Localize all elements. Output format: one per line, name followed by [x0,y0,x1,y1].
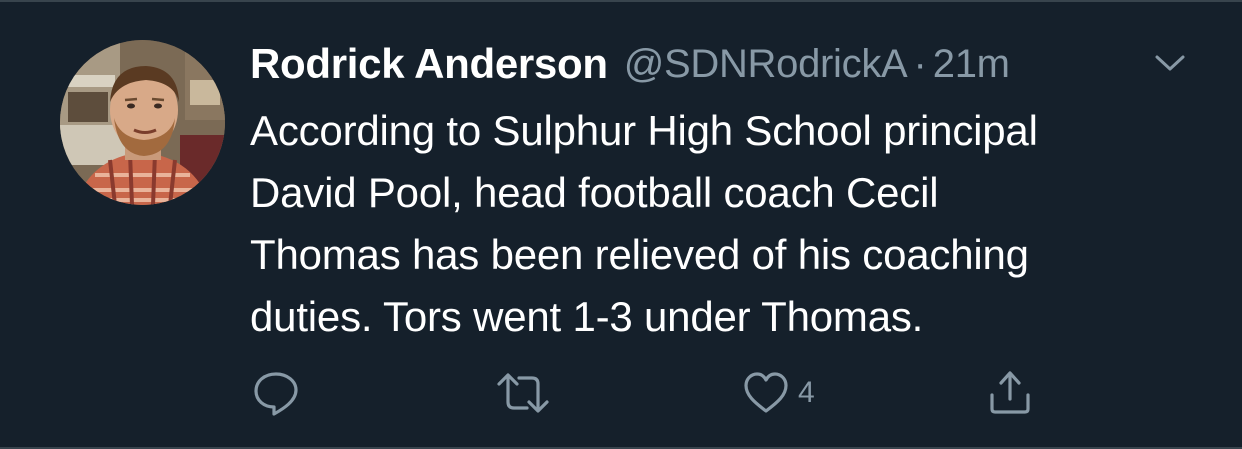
tweet-text-line: David Pool, head football coach Cecil [250,169,939,216]
heart-icon [744,372,788,413]
retweet-icon [497,373,549,413]
tweet-text: According to Sulphur High School princip… [250,100,1210,348]
avatar-photo [60,40,225,205]
reply-button[interactable] [250,368,302,418]
tweet-text-line: Thomas has been relieved of his coaching [250,231,1029,278]
chevron-down-icon[interactable] [1153,50,1187,76]
tweet-card[interactable]: Rodrick Anderson @SDNRodrickA · 21m Acco… [0,0,1242,449]
tweet-text-line: According to Sulphur High School princip… [250,107,1038,154]
avatar[interactable] [60,40,225,205]
like-count: 4 [798,376,815,409]
share-icon [990,371,1030,414]
retweet-button[interactable] [495,368,551,418]
tweet-text-line: duties. Tors went 1-3 under Thomas. [250,293,924,340]
tweet-actions: 4 [250,368,1050,418]
reply-icon [254,372,298,416]
separator-dot: · [913,41,927,86]
display-name[interactable]: Rodrick Anderson [250,40,608,88]
tweet-header: Rodrick Anderson @SDNRodrickA · 21m [250,38,1210,90]
timestamp[interactable]: 21m [933,42,1010,87]
user-handle[interactable]: @SDNRodrickA [624,42,908,87]
share-button[interactable] [985,368,1035,418]
like-button[interactable]: 4 [742,368,815,418]
